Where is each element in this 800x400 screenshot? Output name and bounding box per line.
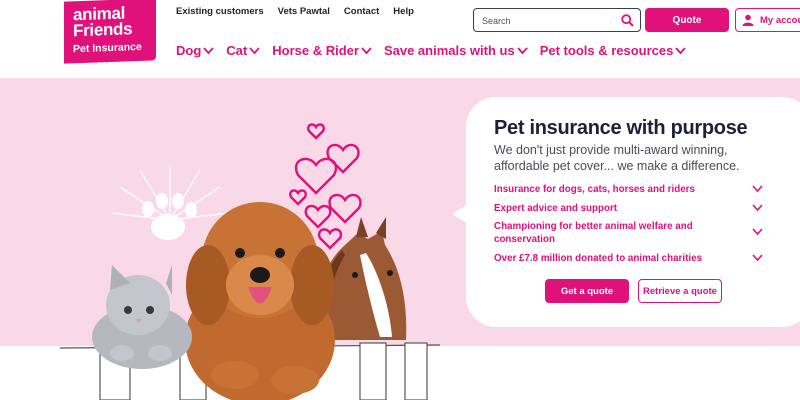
animal-friends-logo[interactable]: animal Friends Pet Insurance (64, 0, 156, 64)
feature-label: Championing for better animal welfare an… (494, 221, 693, 245)
chevron-down-icon (249, 46, 260, 54)
search-icon[interactable] (621, 14, 634, 27)
logo-line-2: Friends (73, 19, 133, 41)
chevron-down-icon[interactable] (752, 228, 763, 236)
feature-item-advice[interactable]: Expert advice and support (494, 202, 769, 215)
nav-pet-tools-label: Pet tools & resources (539, 43, 674, 58)
nav-save-animals-label: Save animals with us (383, 43, 515, 58)
user-icon (742, 14, 754, 26)
feature-label: Expert advice and support (494, 203, 618, 214)
my-account-button[interactable]: My account (735, 8, 800, 32)
chevron-down-icon[interactable] (752, 185, 763, 193)
nav-horse-rider[interactable]: Horse & Rider (272, 43, 372, 58)
logo-line-3: Pet Insurance (73, 40, 142, 56)
chevron-down-icon (361, 46, 372, 54)
nav-save-animals[interactable]: Save animals with us (384, 43, 528, 58)
feature-label: Over £7.8 million donated to animal char… (494, 253, 702, 264)
get-a-quote-button[interactable]: Get a quote (545, 279, 629, 303)
feature-item-donations[interactable]: Over £7.8 million donated to animal char… (494, 252, 769, 265)
nav-vets-pawtal[interactable]: Vets Pawtal (278, 6, 330, 17)
feature-item-welfare[interactable]: Championing for better animal welfare an… (494, 220, 724, 246)
nav-horse-rider-label: Horse & Rider (272, 43, 359, 58)
retrieve-a-quote-button[interactable]: Retrieve a quote (638, 279, 722, 303)
nav-cat-label: Cat (226, 43, 248, 58)
header-quote-button[interactable]: Quote (645, 8, 729, 32)
chevron-down-icon[interactable] (752, 254, 763, 262)
dog-image (185, 202, 335, 400)
chevron-down-icon (203, 46, 214, 54)
utility-nav: Existing customers Vets Pawtal Contact H… (176, 6, 428, 17)
feature-item-insurance[interactable]: Insurance for dogs, cats, horses and rid… (494, 183, 769, 196)
nav-dog-label: Dog (176, 43, 202, 58)
nav-existing-customers[interactable]: Existing customers (176, 6, 264, 17)
nav-contact[interactable]: Contact (344, 6, 379, 17)
main-nav: Dog Cat Horse & Rider Save animals with … (176, 43, 698, 58)
search-input[interactable] (482, 13, 612, 28)
nav-dog[interactable]: Dog (176, 43, 214, 58)
hero-subtitle: We don't just provide multi-award winnin… (494, 143, 740, 173)
nav-pet-tools[interactable]: Pet tools & resources (540, 43, 687, 58)
sunburst-decoration (111, 165, 229, 221)
my-account-label: My account (760, 14, 800, 26)
feature-label: Insurance for dogs, cats, horses and rid… (494, 184, 695, 195)
chevron-down-icon (675, 46, 687, 54)
hero-title: Pet insurance with purpose (494, 117, 748, 139)
search-box (473, 8, 641, 32)
hero-card: Pet insurance with purpose We don't just… (466, 97, 800, 327)
chevron-down-icon (517, 46, 528, 54)
site-header: animal Friends Pet Insurance Existing cu… (0, 0, 800, 78)
kitten-image (92, 265, 192, 369)
nav-help[interactable]: Help (393, 6, 414, 17)
nav-cat[interactable]: Cat (226, 43, 260, 58)
chevron-down-icon[interactable] (752, 204, 763, 212)
hero-pets-illustration (60, 123, 440, 400)
